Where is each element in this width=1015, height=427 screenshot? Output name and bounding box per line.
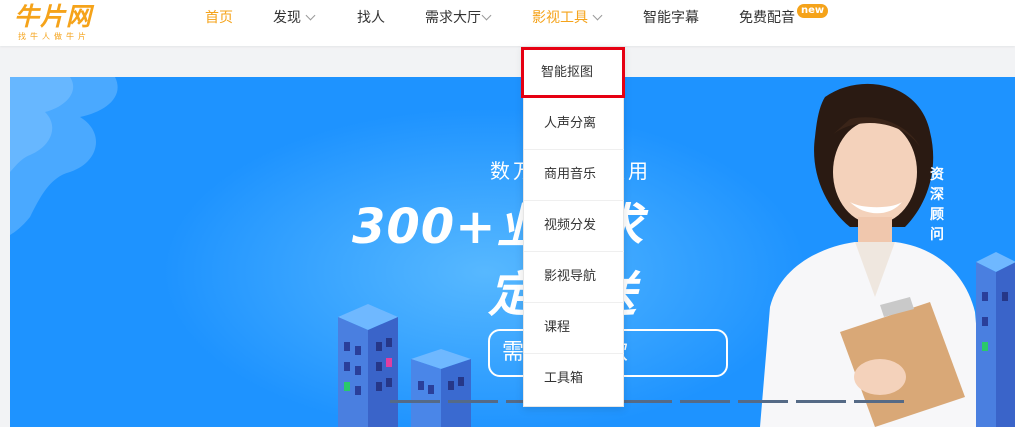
- carousel-dot[interactable]: [448, 400, 498, 403]
- carousel-dot[interactable]: [390, 400, 440, 403]
- nav-find-people-label: 找人: [357, 10, 385, 26]
- carousel-dot[interactable]: [796, 400, 846, 403]
- menu-item-label: 影视导航: [544, 269, 597, 284]
- advisor-label: 资深顾问: [930, 167, 944, 243]
- nav-film-tools[interactable]: 影视工具: [532, 0, 603, 38]
- menu-item-toolbox[interactable]: 工具箱: [524, 354, 624, 405]
- menu-item-label: 工具箱: [544, 371, 584, 386]
- carousel-dot[interactable]: [680, 400, 730, 403]
- site-logo[interactable]: 牛片网 找牛人做牛片: [14, 2, 124, 42]
- nav-demand-hall-label: 需求大厅: [425, 10, 481, 26]
- advisor-portrait-icon: [760, 83, 985, 427]
- carousel-dot[interactable]: [854, 400, 904, 403]
- menu-item-video-distribution[interactable]: 视频分发: [524, 201, 624, 252]
- nav-demand-hall[interactable]: 需求大厅: [425, 0, 492, 38]
- nav-free-dubbing-label: 免费配音: [739, 10, 795, 26]
- building-illustration-icon: [976, 252, 1015, 427]
- logo-brand: 牛片网: [14, 2, 93, 31]
- nav-film-tools-label: 影视工具: [532, 10, 588, 26]
- nav-home[interactable]: 首页: [205, 0, 233, 38]
- banner-glow: [160, 107, 810, 427]
- nav-smart-subtitles[interactable]: 智能字幕: [643, 0, 699, 38]
- nav-discover-label: 发现: [273, 10, 301, 26]
- top-navigation-bar: 牛片网 找牛人做牛片 首页 发现 找人 需求大厅 影视工具 智能字幕 免费配音 …: [0, 0, 1015, 46]
- decorative-cloud-icon: [10, 77, 118, 235]
- menu-item-label: 智能抠图: [541, 65, 594, 80]
- menu-item-label: 人声分离: [544, 116, 597, 131]
- nav-discover[interactable]: 发现: [273, 0, 316, 38]
- carousel-dot[interactable]: [622, 400, 672, 403]
- building-illustration-icon: [338, 304, 398, 427]
- menu-item-label: 商用音乐: [544, 167, 597, 182]
- film-tools-dropdown-menu: 智能抠图 人声分离 商用音乐 视频分发 影视导航 课程 工具箱: [521, 46, 625, 407]
- menu-item-courses[interactable]: 课程: [524, 303, 624, 354]
- menu-item-label: 课程: [544, 320, 571, 335]
- chevron-down-icon: [592, 10, 603, 21]
- menu-item-film-navigation[interactable]: 影视导航: [524, 252, 624, 303]
- carousel-dot[interactable]: [738, 400, 788, 403]
- nav-free-dubbing[interactable]: 免费配音: [739, 0, 795, 38]
- menu-item-vocal-separation[interactable]: 人声分离: [524, 99, 624, 150]
- menu-item-smart-cutout[interactable]: 智能抠图: [521, 47, 625, 98]
- logo-tagline: 找牛人做牛片: [18, 32, 90, 41]
- menu-item-label: 视频分发: [544, 218, 597, 233]
- hero-banner[interactable]: 数万工具无限用 300+业需求 定推送 需名到手软 资深顾问: [10, 77, 1015, 427]
- building-illustration-icon: [411, 349, 471, 427]
- new-badge: new: [797, 4, 829, 18]
- nav-home-label: 首页: [205, 10, 233, 26]
- chevron-down-icon: [481, 10, 492, 21]
- nav-find-people[interactable]: 找人: [357, 0, 385, 38]
- menu-item-commercial-music[interactable]: 商用音乐: [524, 150, 624, 201]
- chevron-down-icon: [305, 10, 316, 21]
- nav-smart-subtitles-label: 智能字幕: [643, 10, 699, 26]
